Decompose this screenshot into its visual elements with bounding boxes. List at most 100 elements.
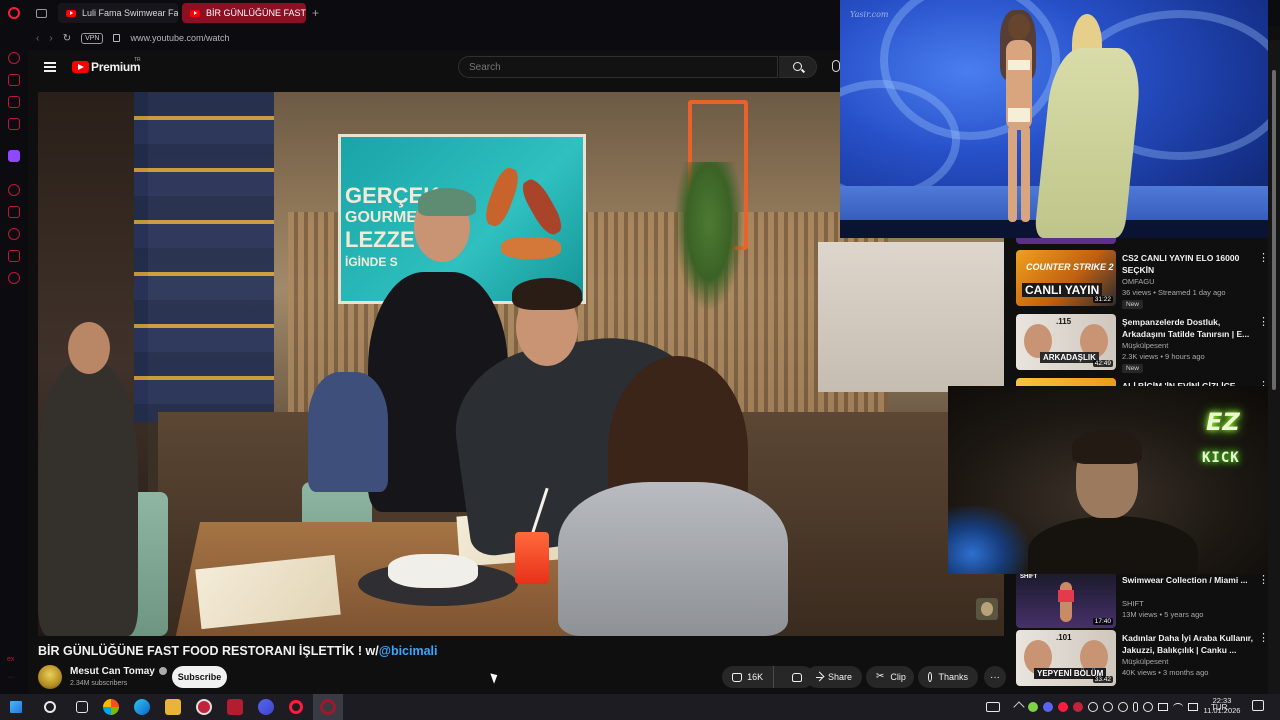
notification-icon[interactable] xyxy=(1252,700,1264,711)
active-app-icon[interactable] xyxy=(313,694,343,720)
thanks-button[interactable]: Thanks xyxy=(918,666,978,688)
tab-bir-gunlugune[interactable]: BİR GÜNLÜĞÜNE FAST xyxy=(182,3,306,23)
sidebar-wallet-icon[interactable] xyxy=(8,206,20,218)
channel-avatar[interactable] xyxy=(38,665,62,689)
scene-panel xyxy=(818,242,1004,392)
channel-name[interactable]: SHIFT xyxy=(1122,599,1144,608)
sidebar-aria-icon[interactable] xyxy=(8,52,20,64)
subscribe-button[interactable]: Subscribe xyxy=(172,666,227,688)
channel-name[interactable]: OMFAGU xyxy=(1122,277,1155,286)
app-icon[interactable] xyxy=(227,699,243,715)
wifi-icon[interactable] xyxy=(1173,703,1183,711)
tray-app-icon[interactable] xyxy=(1118,702,1128,712)
like-button[interactable]: 16K xyxy=(722,666,775,688)
channel-watermark-icon[interactable] xyxy=(976,598,998,620)
workspaces-icon[interactable] xyxy=(28,0,54,26)
forward-icon[interactable]: › xyxy=(49,33,52,44)
page-scrollbar[interactable] xyxy=(1268,40,1280,694)
video-thumbnail[interactable]: .101 YEPYENİ BÖLÜM 33:42 xyxy=(1016,630,1116,686)
channel-name[interactable]: Müşkülpesent xyxy=(1122,341,1168,350)
video-title-mention[interactable]: @bicimali xyxy=(379,644,438,658)
voice-search-icon[interactable] xyxy=(832,60,840,72)
tray-app-icon[interactable] xyxy=(1103,702,1113,712)
tray-chevron-icon[interactable] xyxy=(1013,701,1025,713)
sidebar-history-icon[interactable] xyxy=(8,228,20,240)
sidebar-more-icon[interactable]: ··· xyxy=(7,674,14,681)
picture-in-picture-video[interactable]: Yasir.com xyxy=(840,0,1268,238)
more-actions-button[interactable]: ··· xyxy=(984,666,1006,688)
app-icon[interactable] xyxy=(196,699,212,715)
hamburger-menu-icon[interactable] xyxy=(44,62,56,72)
list-item[interactable]: .101 YEPYENİ BÖLÜM 33:42 Kadınlar Daha İ… xyxy=(1016,630,1268,690)
taskbar-search-icon[interactable] xyxy=(44,701,56,713)
start-icon[interactable] xyxy=(10,701,22,713)
tray-discord-icon[interactable] xyxy=(1043,702,1053,712)
keyboard-icon[interactable] xyxy=(986,702,1000,712)
copilot-icon[interactable] xyxy=(103,699,119,715)
opera-icon[interactable] xyxy=(289,700,303,714)
more-options-icon[interactable] xyxy=(1258,631,1268,645)
search-input[interactable] xyxy=(458,56,778,78)
clip-button[interactable]: ✂ Clip xyxy=(866,666,914,688)
lock-icon[interactable] xyxy=(113,34,121,42)
video-title[interactable]: Kadınlar Daha İyi Araba Kullanır, Jakuzz… xyxy=(1122,632,1254,656)
more-options-icon[interactable] xyxy=(1258,573,1268,587)
tab-luli-fama[interactable]: Luli Fama Swimwear Fash xyxy=(58,3,178,23)
video-title[interactable]: Swimwear Collection / Miami ... xyxy=(1122,574,1254,586)
tray-app-icon[interactable] xyxy=(1073,702,1083,712)
more-options-icon[interactable] xyxy=(1258,315,1268,329)
youtube-logo-icon[interactable] xyxy=(72,61,89,73)
tray-opera-icon[interactable] xyxy=(1058,702,1068,712)
task-view-icon[interactable] xyxy=(76,701,88,713)
thumbnail-text: .101 xyxy=(1056,633,1072,642)
video-thumbnail[interactable]: SHIFT 17:40 xyxy=(1016,572,1116,628)
file-explorer-icon[interactable] xyxy=(165,699,181,715)
video-thumbnail[interactable]: COUNTER STRIKE 2 CANLI YAYIN 31:22 xyxy=(1016,250,1116,306)
ad-word: LEZZE xyxy=(345,227,415,252)
sidebar-bag-icon[interactable] xyxy=(8,74,20,86)
scrollbar-thumb[interactable] xyxy=(1272,70,1276,390)
sidebar-messenger-icon[interactable] xyxy=(8,96,20,108)
edge-icon[interactable] xyxy=(134,699,150,715)
sidebar-extensions-icon[interactable] xyxy=(8,250,20,262)
share-button[interactable]: Share xyxy=(806,666,862,688)
new-tab-button[interactable]: + xyxy=(312,6,319,20)
clock-date: 11.01.2026 xyxy=(1203,706,1241,715)
video-title[interactable]: CS2 CANLI YAYIN ELO 16000 SEÇKİN xyxy=(1122,252,1254,276)
pip-model xyxy=(1008,60,1030,70)
video-title-text: BİR GÜNLÜĞÜNE FAST FOOD RESTORANI İŞLETT… xyxy=(38,644,379,658)
more-options-icon[interactable] xyxy=(1258,251,1268,265)
taskbar-clock[interactable]: 22:33 11.01.2026 xyxy=(1200,696,1244,716)
tray-app-icon[interactable] xyxy=(1088,702,1098,712)
list-item[interactable]: SHIFT 17:40 Swimwear Collection / Miami … xyxy=(1016,572,1268,632)
scene-person xyxy=(308,372,388,492)
vpn-badge[interactable]: VPN xyxy=(81,32,104,44)
sidebar-settings-icon[interactable] xyxy=(8,272,20,284)
url-field[interactable]: www.youtube.com/watch xyxy=(130,33,229,43)
speaker-icon[interactable] xyxy=(1188,703,1198,711)
reload-icon[interactable]: ↻ xyxy=(63,33,71,44)
tray-app-icon[interactable] xyxy=(1143,702,1153,712)
like-dislike-group: 16K xyxy=(722,666,814,688)
sidebar-twitch-icon[interactable] xyxy=(8,150,20,162)
microphone-icon[interactable] xyxy=(1133,702,1138,712)
list-item[interactable]: COUNTER STRIKE 2 CANLI YAYIN 31:22 CS2 C… xyxy=(1016,250,1268,310)
duration-badge: 31:22 xyxy=(1092,296,1113,303)
monitor-icon[interactable] xyxy=(1158,703,1168,711)
list-item[interactable]: .115 ARKADAŞLIK 42:49 Şempanzelerde Dost… xyxy=(1016,314,1268,374)
discord-icon[interactable] xyxy=(258,699,274,715)
opera-logo-icon[interactable] xyxy=(0,0,28,26)
tray-app-icon[interactable] xyxy=(1028,702,1038,712)
search-button[interactable] xyxy=(779,56,817,78)
sidebar-player-icon[interactable] xyxy=(8,184,20,196)
back-icon[interactable]: ‹ xyxy=(36,33,39,44)
channel-name-link[interactable]: Mesut Can Tomay xyxy=(70,666,167,677)
channel-name[interactable]: Müşkülpesent xyxy=(1122,657,1168,666)
like-count: 16K xyxy=(747,672,764,682)
duration-badge: 33:42 xyxy=(1092,676,1113,683)
region-code: TR xyxy=(134,57,141,63)
video-title[interactable]: Şempanzelerde Dostluk, Arkadaşını Tatild… xyxy=(1122,316,1254,340)
sidebar-instagram-icon[interactable] xyxy=(8,118,20,130)
youtube-premium-logo[interactable]: Premium xyxy=(91,60,141,74)
video-thumbnail[interactable]: .115 ARKADAŞLIK 42:49 xyxy=(1016,314,1116,370)
